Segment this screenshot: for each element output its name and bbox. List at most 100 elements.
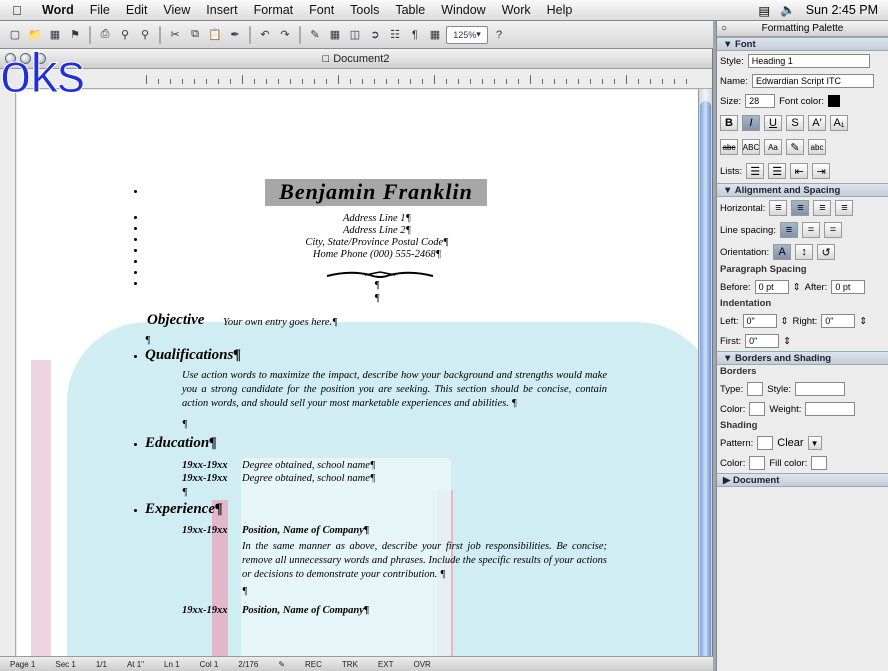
show-formatting-icon[interactable]: ¶ — [406, 26, 424, 44]
document-section-header[interactable]: ▶ Document — [717, 473, 888, 487]
undo-icon[interactable]: ↶ — [256, 26, 274, 44]
left-stepper-icon[interactable]: ⇕ — [781, 316, 789, 327]
bold-button[interactable]: B — [720, 115, 738, 131]
menu-edit[interactable]: Edit — [118, 3, 156, 17]
insert-table-icon[interactable]: ▦ — [326, 26, 344, 44]
font-size-select[interactable]: 28 — [745, 94, 776, 108]
justify-icon[interactable]: ≡ — [835, 200, 854, 216]
shading-color-swatch[interactable] — [749, 456, 766, 470]
superscript-button[interactable]: A′ — [808, 115, 826, 131]
zoom-icon[interactable]: ⚲ — [136, 26, 154, 44]
double-spacing-icon[interactable]: = — [823, 222, 842, 238]
format-painter-icon[interactable]: ✒ — [226, 26, 244, 44]
strikethrough-button[interactable]: abc — [720, 139, 738, 155]
decrease-indent-icon[interactable]: ⇤ — [790, 163, 809, 179]
rotated-text-icon[interactable]: ↺ — [817, 244, 836, 260]
vertical-text-icon[interactable]: ↕ — [795, 244, 814, 260]
menu-clock[interactable]: Sun 2:45 PM — [806, 3, 878, 17]
font-section-header[interactable]: ▼ Font — [717, 37, 888, 51]
fill-color-swatch[interactable] — [811, 456, 828, 470]
font-color-swatch[interactable] — [828, 95, 841, 107]
palette-close-button[interactable]: ○ — [721, 21, 727, 37]
italic-button[interactable]: I — [742, 115, 760, 131]
paste-icon[interactable]: 📋 — [206, 26, 224, 44]
pattern-dropdown-icon[interactable]: ▼ — [807, 436, 822, 450]
border-color-swatch[interactable] — [749, 402, 766, 416]
menu-format[interactable]: Format — [246, 3, 302, 17]
formatting-palette-icon[interactable]: ▦ — [426, 26, 444, 44]
style-select[interactable]: Heading 1 — [747, 54, 870, 68]
shadow-button[interactable]: S — [786, 115, 804, 131]
align-center-icon[interactable]: ≡ — [791, 200, 810, 216]
menu-insert[interactable]: Insert — [198, 3, 245, 17]
all-caps-button[interactable]: Aa — [764, 139, 782, 155]
apple-menu-icon[interactable]:  — [0, 3, 34, 18]
pattern-swatch[interactable] — [757, 436, 774, 450]
print-preview-icon[interactable]: ⚲ — [116, 26, 134, 44]
bulleted-list-icon[interactable]: ☰ — [768, 163, 787, 179]
menu-table[interactable]: Table — [387, 3, 433, 17]
volume-icon[interactable]: 🔈 — [780, 3, 796, 18]
ruler-tick — [434, 75, 435, 84]
status-ext[interactable]: EXT — [368, 660, 404, 669]
menu-view[interactable]: View — [155, 3, 198, 17]
highlight-button[interactable]: ✎ — [786, 139, 804, 155]
border-weight-select[interactable] — [805, 402, 856, 416]
increase-indent-icon[interactable]: ⇥ — [812, 163, 831, 179]
first-stepper-icon[interactable]: ⇕ — [783, 336, 791, 347]
menu-window[interactable]: Window — [433, 3, 493, 17]
vertical-scrollbar[interactable] — [698, 89, 712, 661]
border-style-select[interactable] — [795, 382, 846, 396]
zoom-value: 125% — [453, 29, 477, 40]
horizontal-ruler[interactable] — [16, 69, 712, 89]
alignment-section-header[interactable]: ▼ Alignment and Spacing — [717, 183, 888, 197]
right-indent-input[interactable]: 0" — [821, 314, 856, 328]
vertical-scroll-thumb[interactable] — [700, 101, 711, 661]
status-trk[interactable]: TRK — [332, 660, 368, 669]
copy-icon[interactable]: ⧉ — [186, 26, 204, 44]
ruler-tick — [686, 79, 687, 84]
character-spacing-button[interactable]: abc — [808, 139, 826, 155]
small-caps-button[interactable]: ABC — [742, 139, 760, 155]
drawing-icon[interactable]: ➲ — [366, 26, 384, 44]
align-left-icon[interactable]: ≡ — [769, 200, 788, 216]
spelling-status-icon[interactable]: ✎ — [268, 660, 295, 669]
right-stepper-icon[interactable]: ⇕ — [859, 316, 867, 327]
before-label: Before: — [720, 281, 751, 293]
border-type-select[interactable] — [747, 382, 764, 396]
left-indent-input[interactable]: 0" — [742, 314, 777, 328]
align-right-icon[interactable]: ≡ — [813, 200, 832, 216]
redo-icon[interactable]: ↷ — [276, 26, 294, 44]
one-half-spacing-icon[interactable]: = — [801, 222, 820, 238]
display-icon[interactable]: ▤ — [758, 3, 770, 18]
cut-icon[interactable]: ✂ — [166, 26, 184, 44]
numbered-list-icon[interactable]: ☰ — [746, 163, 765, 179]
document-page[interactable]: Benjamin Franklin Address Line 1¶ Addres… — [17, 90, 698, 660]
menu-file[interactable]: File — [82, 3, 118, 17]
first-indent-input[interactable]: 0" — [745, 334, 780, 348]
vertical-ruler[interactable] — [0, 89, 16, 659]
before-input[interactable]: 0 pt — [754, 280, 789, 294]
zoom-select[interactable]: 125% ▾ — [446, 25, 488, 44]
menu-work[interactable]: Work — [494, 3, 539, 17]
menu-tools[interactable]: Tools — [342, 3, 387, 17]
tables-borders-icon[interactable]: ✎ — [306, 26, 324, 44]
columns-icon[interactable]: ◫ — [346, 26, 364, 44]
menu-app[interactable]: Word — [34, 3, 82, 17]
help-icon[interactable]: ? — [490, 26, 508, 44]
print-icon[interactable]: ⎙ — [96, 26, 114, 44]
status-rec[interactable]: REC — [295, 660, 332, 669]
subscript-button[interactable]: A₁ — [830, 115, 848, 131]
font-name-select[interactable]: Edwardian Script ITC — [751, 74, 874, 88]
horizontal-text-icon[interactable]: A — [773, 244, 792, 260]
after-input[interactable]: 0 pt — [831, 280, 866, 294]
borders-section-header[interactable]: ▼ Borders and Shading — [717, 351, 888, 365]
document-map-icon[interactable]: ☷ — [386, 26, 404, 44]
menu-font[interactable]: Font — [301, 3, 342, 17]
menu-help[interactable]: Help — [539, 3, 581, 17]
before-stepper-icon[interactable]: ⇕ — [793, 282, 801, 293]
document-icon: □ — [322, 52, 330, 65]
single-spacing-icon[interactable]: ≡ — [779, 222, 798, 238]
underline-button[interactable]: U — [764, 115, 782, 131]
status-ovr[interactable]: OVR — [403, 660, 440, 669]
